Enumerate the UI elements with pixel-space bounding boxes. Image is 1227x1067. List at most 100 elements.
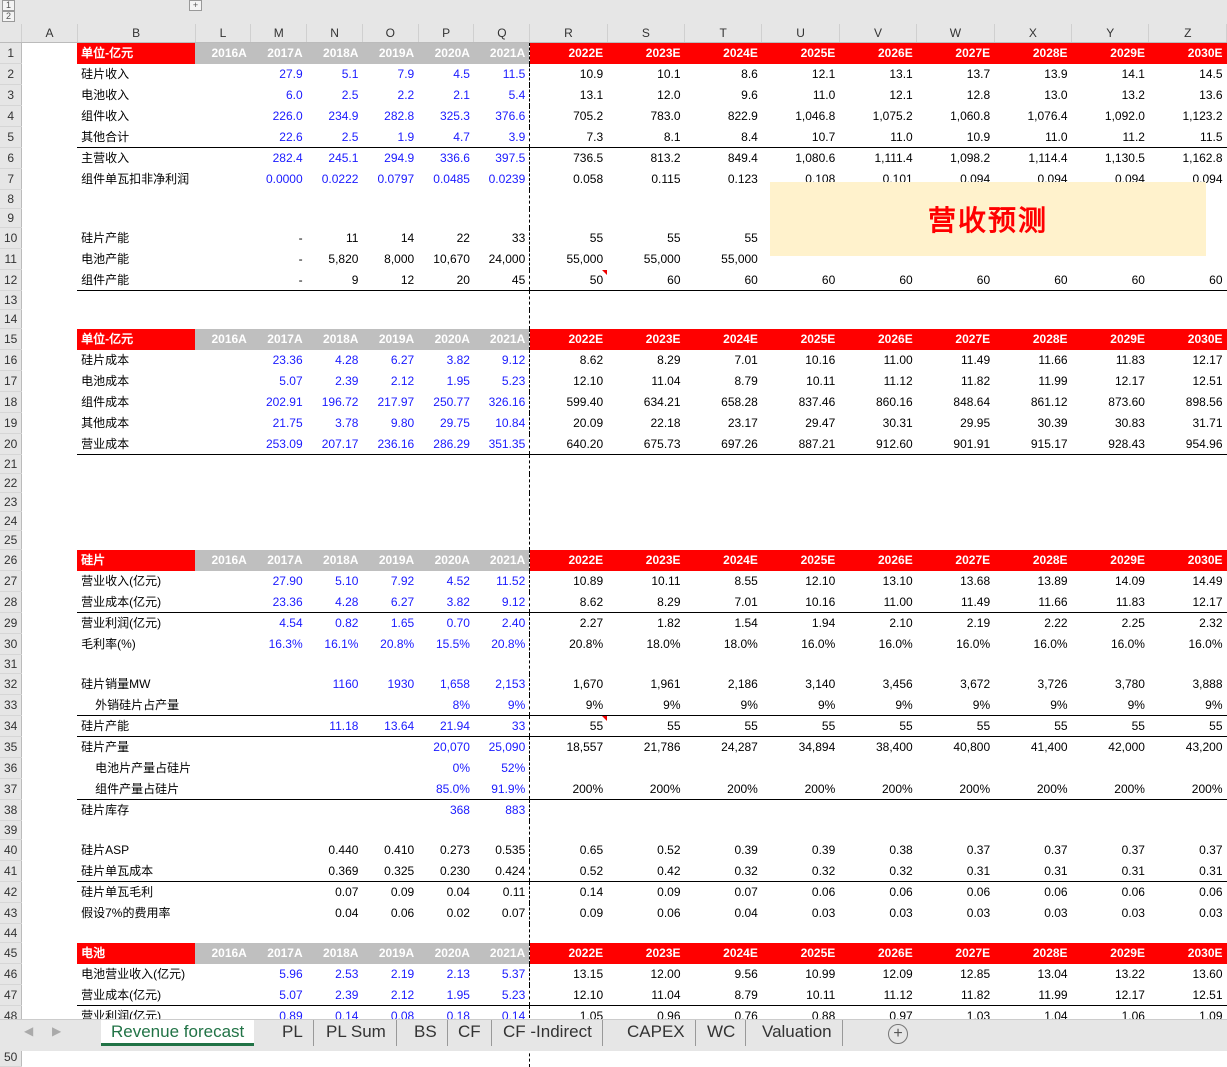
cell-V14[interactable]: [839, 310, 916, 329]
cell-O15[interactable]: 2019A: [362, 328, 419, 350]
cell-Q11[interactable]: 24,000: [473, 248, 531, 270]
cell-S40[interactable]: 0.52: [607, 840, 684, 861]
cell-L34[interactable]: [195, 715, 251, 737]
cell-V42[interactable]: 0.06: [839, 882, 916, 903]
cell-A4[interactable]: [22, 106, 77, 127]
cell-T37[interactable]: 200%: [684, 778, 762, 800]
cell-R44[interactable]: [530, 924, 607, 943]
cell-U24[interactable]: [762, 512, 839, 531]
cell-N35[interactable]: [307, 737, 363, 758]
cell-N16[interactable]: 4.28: [307, 350, 363, 371]
cell-T30[interactable]: 18.0%: [685, 634, 762, 655]
cell-Q41[interactable]: 0.424: [473, 860, 531, 882]
cell-W23[interactable]: [917, 493, 994, 512]
cell-S39[interactable]: [607, 821, 684, 840]
cell-U21[interactable]: [762, 455, 839, 474]
cell-A29[interactable]: [22, 613, 77, 634]
cell-O21[interactable]: [362, 455, 418, 474]
cell-W12[interactable]: 60: [916, 269, 995, 291]
cell-Q35[interactable]: 25,090: [473, 736, 531, 758]
cell-S35[interactable]: 21,786: [607, 737, 684, 758]
cell-B2[interactable]: 硅片收入: [77, 64, 195, 85]
select-all-corner[interactable]: [0, 24, 23, 43]
cell-P12[interactable]: 20: [418, 269, 474, 291]
cell-A39[interactable]: [22, 821, 77, 840]
cell-V23[interactable]: [839, 493, 916, 512]
cell-N24[interactable]: [307, 512, 363, 531]
cell-O10[interactable]: 14: [362, 228, 418, 249]
cell-Y40[interactable]: 0.37: [1072, 840, 1149, 861]
cell-P13[interactable]: [418, 291, 474, 310]
cell-P15[interactable]: 2020A: [418, 328, 474, 350]
cell-B40[interactable]: 硅片ASP: [77, 840, 195, 861]
cell-B22[interactable]: [77, 474, 195, 493]
cell-Q33[interactable]: 9%: [473, 694, 531, 716]
cell-M9[interactable]: [251, 209, 307, 228]
cell-A3[interactable]: [22, 85, 77, 106]
cell-O35[interactable]: [362, 737, 418, 758]
cell-R32[interactable]: 1,670: [530, 674, 607, 695]
cell-P30[interactable]: 15.5%: [418, 634, 474, 655]
cell-Q6[interactable]: 397.5: [473, 147, 531, 169]
cell-O30[interactable]: 20.8%: [362, 634, 418, 655]
cell-V38[interactable]: [839, 800, 916, 821]
cell-X33[interactable]: 9%: [994, 694, 1072, 716]
cell-P18[interactable]: 250.77: [418, 392, 474, 413]
cell-P28[interactable]: 3.82: [418, 591, 474, 613]
cell-U47[interactable]: 10.11: [761, 984, 840, 1006]
cell-M11[interactable]: -: [251, 249, 307, 270]
cell-Y28[interactable]: 11.83: [1071, 591, 1149, 613]
cell-P41[interactable]: 0.230: [418, 860, 474, 882]
cell-Q42[interactable]: 0.11: [473, 881, 531, 903]
cell-O32[interactable]: 1930: [362, 674, 418, 695]
cell-L2[interactable]: [195, 64, 251, 85]
cell-U44[interactable]: [762, 924, 839, 943]
cell-A47[interactable]: [22, 985, 77, 1006]
cell-W4[interactable]: 1,060.8: [917, 106, 994, 127]
sheet-tab-revenue-forecast[interactable]: Revenue forecast: [101, 1020, 255, 1046]
cell-X44[interactable]: [994, 924, 1071, 943]
cell-Y35[interactable]: 42,000: [1072, 737, 1149, 758]
cell-M5[interactable]: 22.6: [250, 126, 307, 148]
cell-O42[interactable]: 0.09: [362, 882, 418, 903]
cell-X27[interactable]: 13.89: [994, 571, 1071, 592]
cell-O3[interactable]: 2.2: [362, 85, 418, 106]
cell-U3[interactable]: 11.0: [762, 85, 839, 106]
cell-Y31[interactable]: [1072, 655, 1149, 674]
cell-V28[interactable]: 11.00: [839, 591, 917, 613]
cell-S5[interactable]: 8.1: [607, 126, 685, 148]
column-header-N[interactable]: N: [306, 24, 363, 43]
cell-S45[interactable]: 2023E: [607, 942, 685, 964]
cell-X28[interactable]: 11.66: [994, 591, 1072, 613]
cell-P1[interactable]: 2020A: [418, 42, 474, 64]
row-header[interactable]: 26: [0, 549, 23, 571]
cell-P22[interactable]: [418, 474, 474, 493]
cell-V33[interactable]: 9%: [839, 694, 917, 716]
cell-Y44[interactable]: [1072, 924, 1149, 943]
cell-M25[interactable]: [251, 531, 307, 550]
cell-Y17[interactable]: 12.17: [1072, 371, 1149, 392]
cell-O23[interactable]: [362, 493, 418, 512]
cell-N4[interactable]: 234.9: [307, 106, 363, 127]
cell-L22[interactable]: [195, 474, 251, 493]
cell-Y43[interactable]: 0.03: [1072, 903, 1149, 924]
cell-Y5[interactable]: 11.2: [1071, 126, 1149, 148]
cell-U5[interactable]: 10.7: [761, 126, 840, 148]
cell-R45[interactable]: 2022E: [529, 942, 608, 964]
cell-P2[interactable]: 4.5: [418, 64, 474, 85]
cell-U42[interactable]: 0.06: [762, 882, 839, 903]
cell-P26[interactable]: 2020A: [418, 549, 474, 571]
cell-Z31[interactable]: [1149, 655, 1227, 674]
cell-P46[interactable]: 2.13: [418, 964, 474, 985]
cell-O25[interactable]: [362, 531, 418, 550]
cell-B20[interactable]: 营业成本: [77, 433, 196, 455]
cell-Z27[interactable]: 14.49: [1149, 571, 1227, 592]
cell-U41[interactable]: 0.32: [761, 860, 840, 882]
cell-N39[interactable]: [307, 821, 363, 840]
cell-P3[interactable]: 2.1: [418, 85, 474, 106]
cell-Q13[interactable]: [473, 290, 531, 310]
cell-S4[interactable]: 783.0: [607, 106, 684, 127]
cell-U30[interactable]: 16.0%: [762, 634, 839, 655]
cell-U12[interactable]: 60: [761, 269, 840, 291]
row-header[interactable]: 4: [0, 105, 23, 127]
